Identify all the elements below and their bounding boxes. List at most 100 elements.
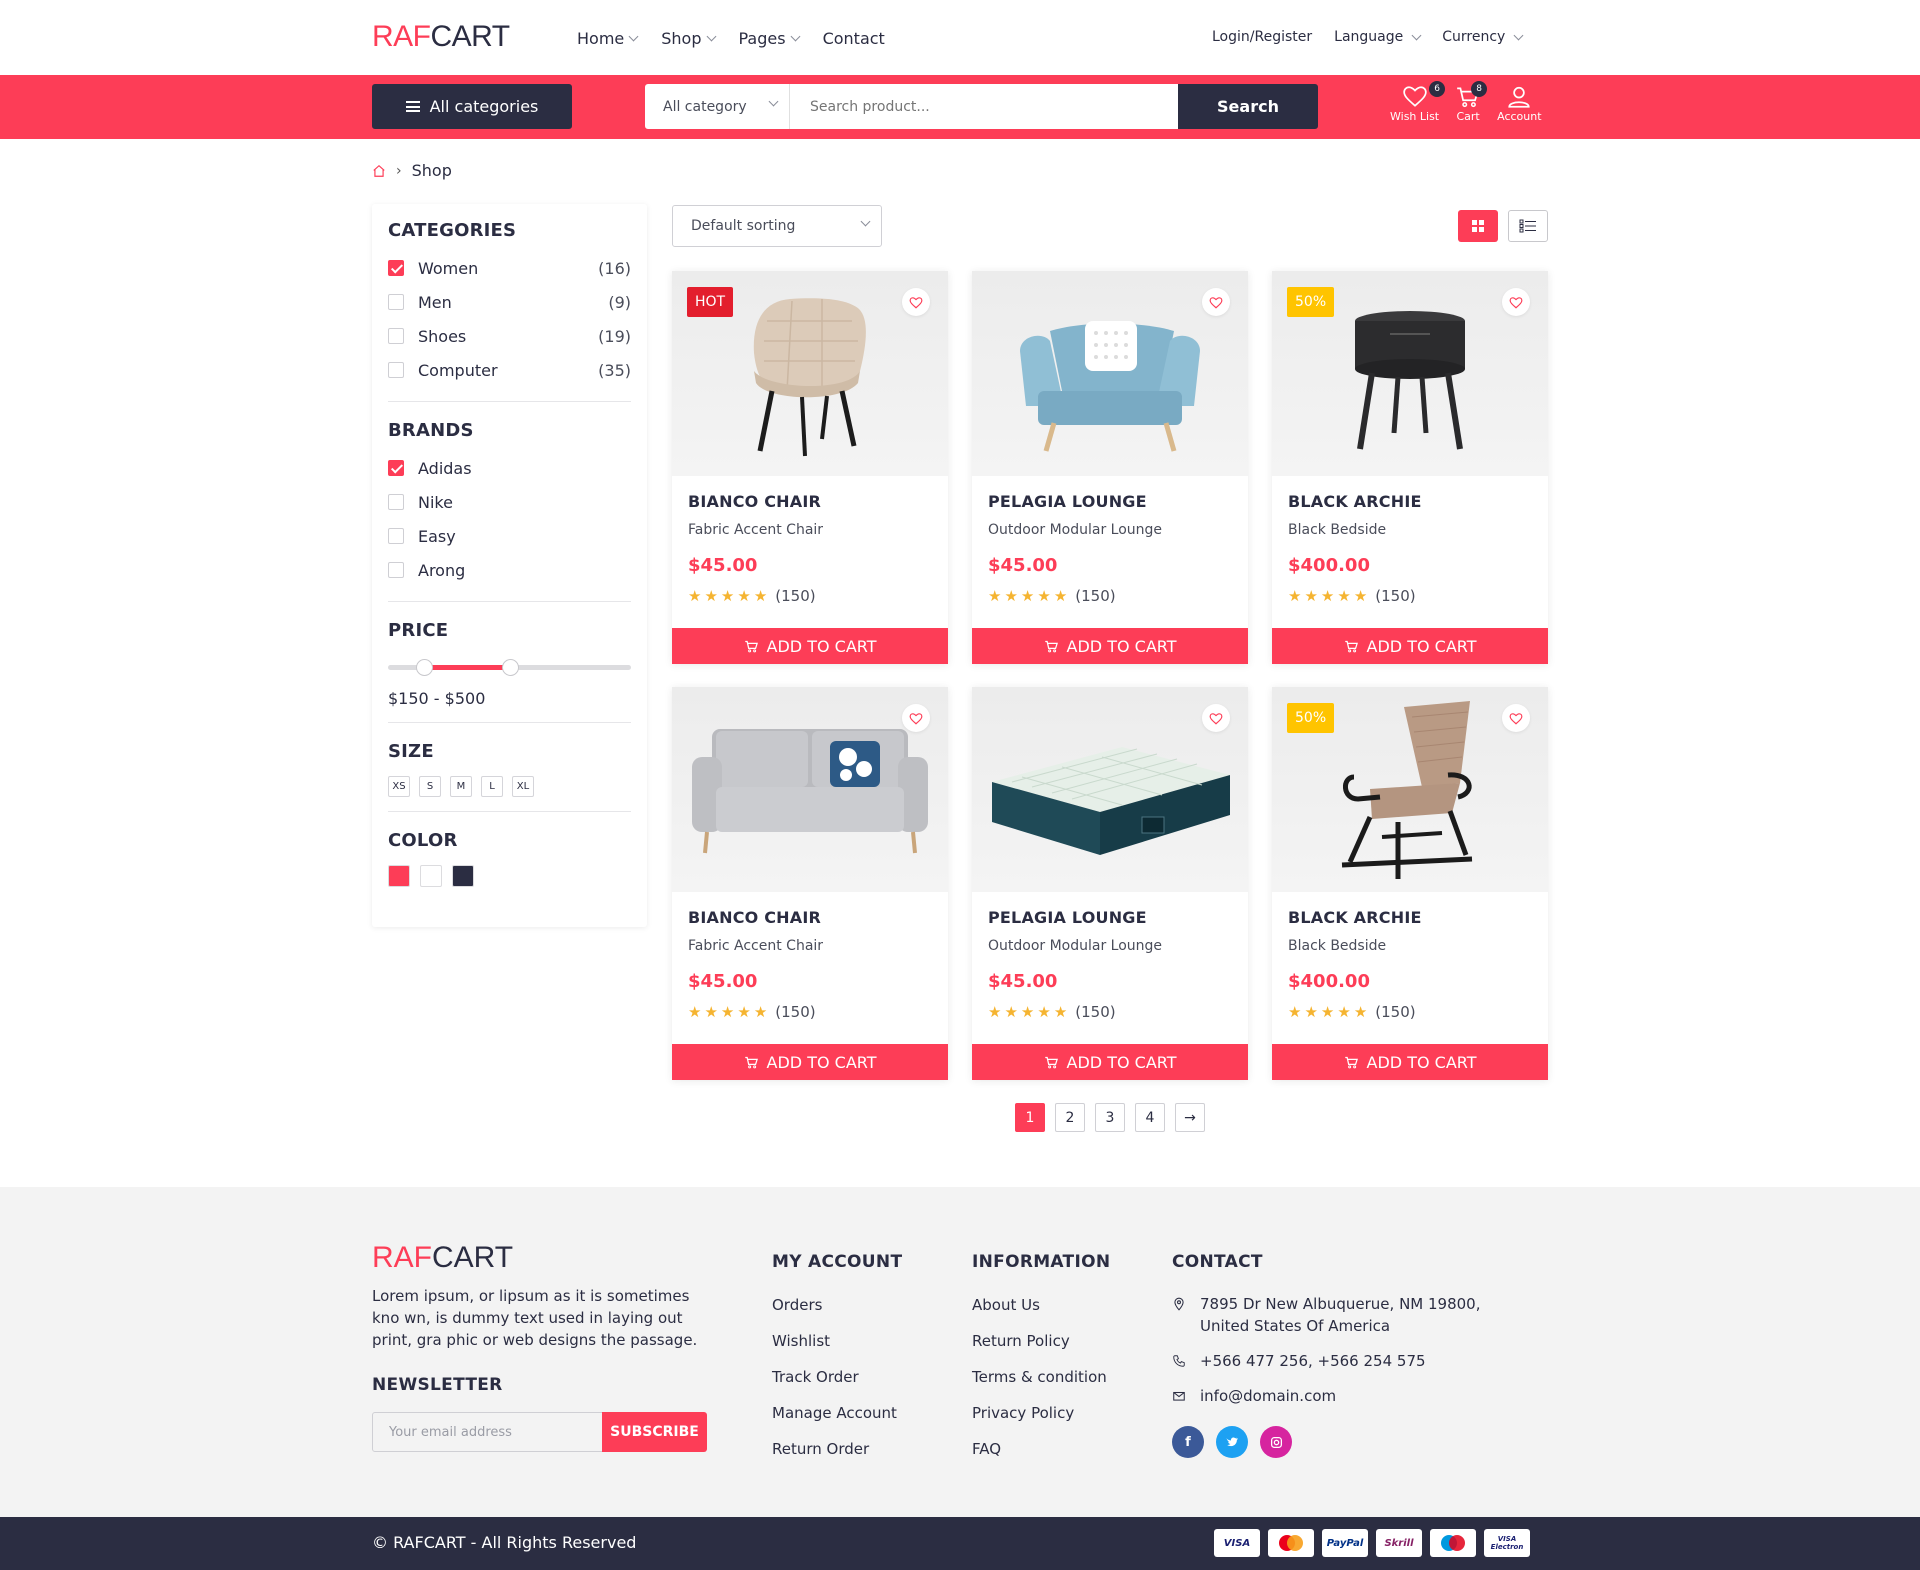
- checkbox[interactable]: [388, 294, 404, 310]
- wishlist-heart-button[interactable]: [1202, 288, 1230, 316]
- checkbox[interactable]: [388, 528, 404, 544]
- page-2-button[interactable]: 2: [1055, 1103, 1085, 1132]
- login-register-link[interactable]: Login/Register: [1212, 29, 1312, 45]
- newsletter-heading: NEWSLETTER: [372, 1375, 503, 1395]
- page-3-button[interactable]: 3: [1095, 1103, 1125, 1132]
- color-swatch[interactable]: [452, 865, 474, 887]
- footer-logo[interactable]: RAFCART: [372, 1241, 513, 1275]
- wishlist-heart-button[interactable]: [902, 288, 930, 316]
- slider-min-handle[interactable]: [416, 659, 434, 676]
- category-select[interactable]: All category: [645, 84, 790, 129]
- account-button[interactable]: Account: [1497, 84, 1542, 123]
- product-name[interactable]: BLACK ARCHIE: [1288, 492, 1422, 511]
- page-4-button[interactable]: 4: [1135, 1103, 1165, 1132]
- search-input[interactable]: [790, 84, 1178, 129]
- facebook-icon[interactable]: f: [1172, 1426, 1204, 1458]
- currency-select[interactable]: Currency: [1442, 29, 1524, 45]
- product-card[interactable]: BIANCO CHAIR Fabric Accent Chair $45.00 ★ ★ ★…: [672, 687, 948, 1080]
- brand-filter-nike[interactable]: Nike: [388, 485, 631, 519]
- all-categories-button[interactable]: All categories: [372, 84, 572, 129]
- account-link[interactable]: Wishlist: [772, 1332, 897, 1368]
- language-select[interactable]: Language: [1334, 29, 1422, 45]
- nav-contact[interactable]: Contact: [823, 29, 885, 48]
- product-card[interactable]: PELAGIA LOUNGE Outdoor Modular Lounge $45.…: [972, 271, 1248, 664]
- nav-home[interactable]: Home: [577, 29, 639, 48]
- product-name[interactable]: PELAGIA LOUNGE: [988, 492, 1147, 511]
- product-name[interactable]: BIANCO CHAIR: [688, 492, 821, 511]
- email-address[interactable]: info@domain.com: [1200, 1385, 1336, 1407]
- add-to-cart-label: ADD TO CART: [1366, 1052, 1477, 1072]
- page-1-button[interactable]: 1: [1015, 1103, 1045, 1132]
- grid-view-button[interactable]: [1458, 210, 1498, 242]
- category-filter-count: (35): [598, 360, 631, 380]
- information-link[interactable]: Terms & condition: [972, 1368, 1107, 1404]
- account-label: Account: [1497, 110, 1542, 123]
- newsletter-email-input[interactable]: Your email address: [372, 1412, 603, 1452]
- category-filter-women[interactable]: Women (16): [388, 251, 631, 285]
- wishlist-heart-button[interactable]: [902, 704, 930, 732]
- wishlist-heart-button[interactable]: [1202, 704, 1230, 732]
- brand-filter-arong[interactable]: Arong: [388, 553, 631, 587]
- product-card[interactable]: 50% BLACK ARCHIE Black Bedside $400.00 ★ ★ ★ ★ ★…: [1272, 687, 1548, 1080]
- sort-select[interactable]: Default sorting: [672, 205, 882, 247]
- instagram-icon[interactable]: [1260, 1426, 1292, 1458]
- category-filter-men[interactable]: Men (9): [388, 285, 631, 319]
- product-name[interactable]: PELAGIA LOUNGE: [988, 908, 1147, 927]
- logo[interactable]: RAFCART: [372, 20, 510, 54]
- account-link[interactable]: Orders: [772, 1296, 897, 1332]
- color-swatch[interactable]: [420, 865, 442, 887]
- product-name[interactable]: BLACK ARCHIE: [1288, 908, 1422, 927]
- product-name[interactable]: BIANCO CHAIR: [688, 908, 821, 927]
- information-link[interactable]: About Us: [972, 1296, 1107, 1332]
- checkbox[interactable]: [388, 328, 404, 344]
- chevron-down-icon: [1513, 30, 1524, 40]
- brand-filter-easy[interactable]: Easy: [388, 519, 631, 553]
- add-to-cart-button[interactable]: ADD TO CART: [672, 1044, 948, 1080]
- account-link[interactable]: Return Order: [772, 1440, 897, 1476]
- add-to-cart-button[interactable]: ADD TO CART: [1272, 628, 1548, 664]
- wishlist-label: Wish List: [1390, 110, 1440, 123]
- checkbox[interactable]: [388, 460, 404, 476]
- slider-max-handle[interactable]: [501, 659, 519, 676]
- information-link[interactable]: FAQ: [972, 1440, 1107, 1476]
- rating-stars: ★ ★ ★ ★ ★ (150): [1288, 1003, 1416, 1021]
- next-page-button[interactable]: →: [1175, 1103, 1205, 1132]
- wishlist-button[interactable]: 6 Wish List: [1390, 81, 1446, 123]
- nav-shop[interactable]: Shop: [661, 29, 716, 48]
- cart-button[interactable]: 8 Cart: [1455, 81, 1488, 123]
- account-link[interactable]: Track Order: [772, 1368, 897, 1404]
- product-card[interactable]: PELAGIA LOUNGE Outdoor Modular Lounge $45.…: [972, 687, 1248, 1080]
- nav-home-label: Home: [577, 29, 625, 48]
- add-to-cart-button[interactable]: ADD TO CART: [972, 1044, 1248, 1080]
- nav-pages[interactable]: Pages: [739, 29, 801, 48]
- size-option-m[interactable]: M: [450, 776, 472, 797]
- checkbox[interactable]: [388, 260, 404, 276]
- product-card[interactable]: 50% BLACK ARCHIE Black Bedside $400.00 ★ ★ ★ ★ ★…: [1272, 271, 1548, 664]
- add-to-cart-button[interactable]: ADD TO CART: [1272, 1044, 1548, 1080]
- wishlist-heart-button[interactable]: [1502, 288, 1530, 316]
- category-filter-shoes[interactable]: Shoes (19): [388, 319, 631, 353]
- twitter-icon[interactable]: [1216, 1426, 1248, 1458]
- checkbox[interactable]: [388, 494, 404, 510]
- subscribe-button[interactable]: SUBSCRIBE: [602, 1412, 707, 1452]
- size-option-xs[interactable]: XS: [388, 776, 410, 797]
- color-swatch[interactable]: [388, 865, 410, 887]
- add-to-cart-button[interactable]: ADD TO CART: [972, 628, 1248, 664]
- information-link[interactable]: Privacy Policy: [972, 1404, 1107, 1440]
- home-icon[interactable]: [372, 164, 386, 178]
- size-option-xl[interactable]: XL: [512, 776, 534, 797]
- size-option-l[interactable]: L: [481, 776, 503, 797]
- checkbox[interactable]: [388, 362, 404, 378]
- brand-filter-adidas[interactable]: Adidas: [388, 451, 631, 485]
- account-link[interactable]: Manage Account: [772, 1404, 897, 1440]
- product-card[interactable]: HOT BIANCO CHAIR Fabric Accent Chair $45.00…: [672, 271, 948, 664]
- add-to-cart-button[interactable]: ADD TO CART: [672, 628, 948, 664]
- size-option-s[interactable]: S: [419, 776, 441, 797]
- search-button[interactable]: Search: [1178, 84, 1318, 129]
- wishlist-heart-button[interactable]: [1502, 704, 1530, 732]
- category-filter-computer[interactable]: Computer (35): [388, 353, 631, 387]
- price-range-slider[interactable]: [388, 655, 631, 679]
- list-view-button[interactable]: [1508, 210, 1548, 242]
- information-link[interactable]: Return Policy: [972, 1332, 1107, 1368]
- checkbox[interactable]: [388, 562, 404, 578]
